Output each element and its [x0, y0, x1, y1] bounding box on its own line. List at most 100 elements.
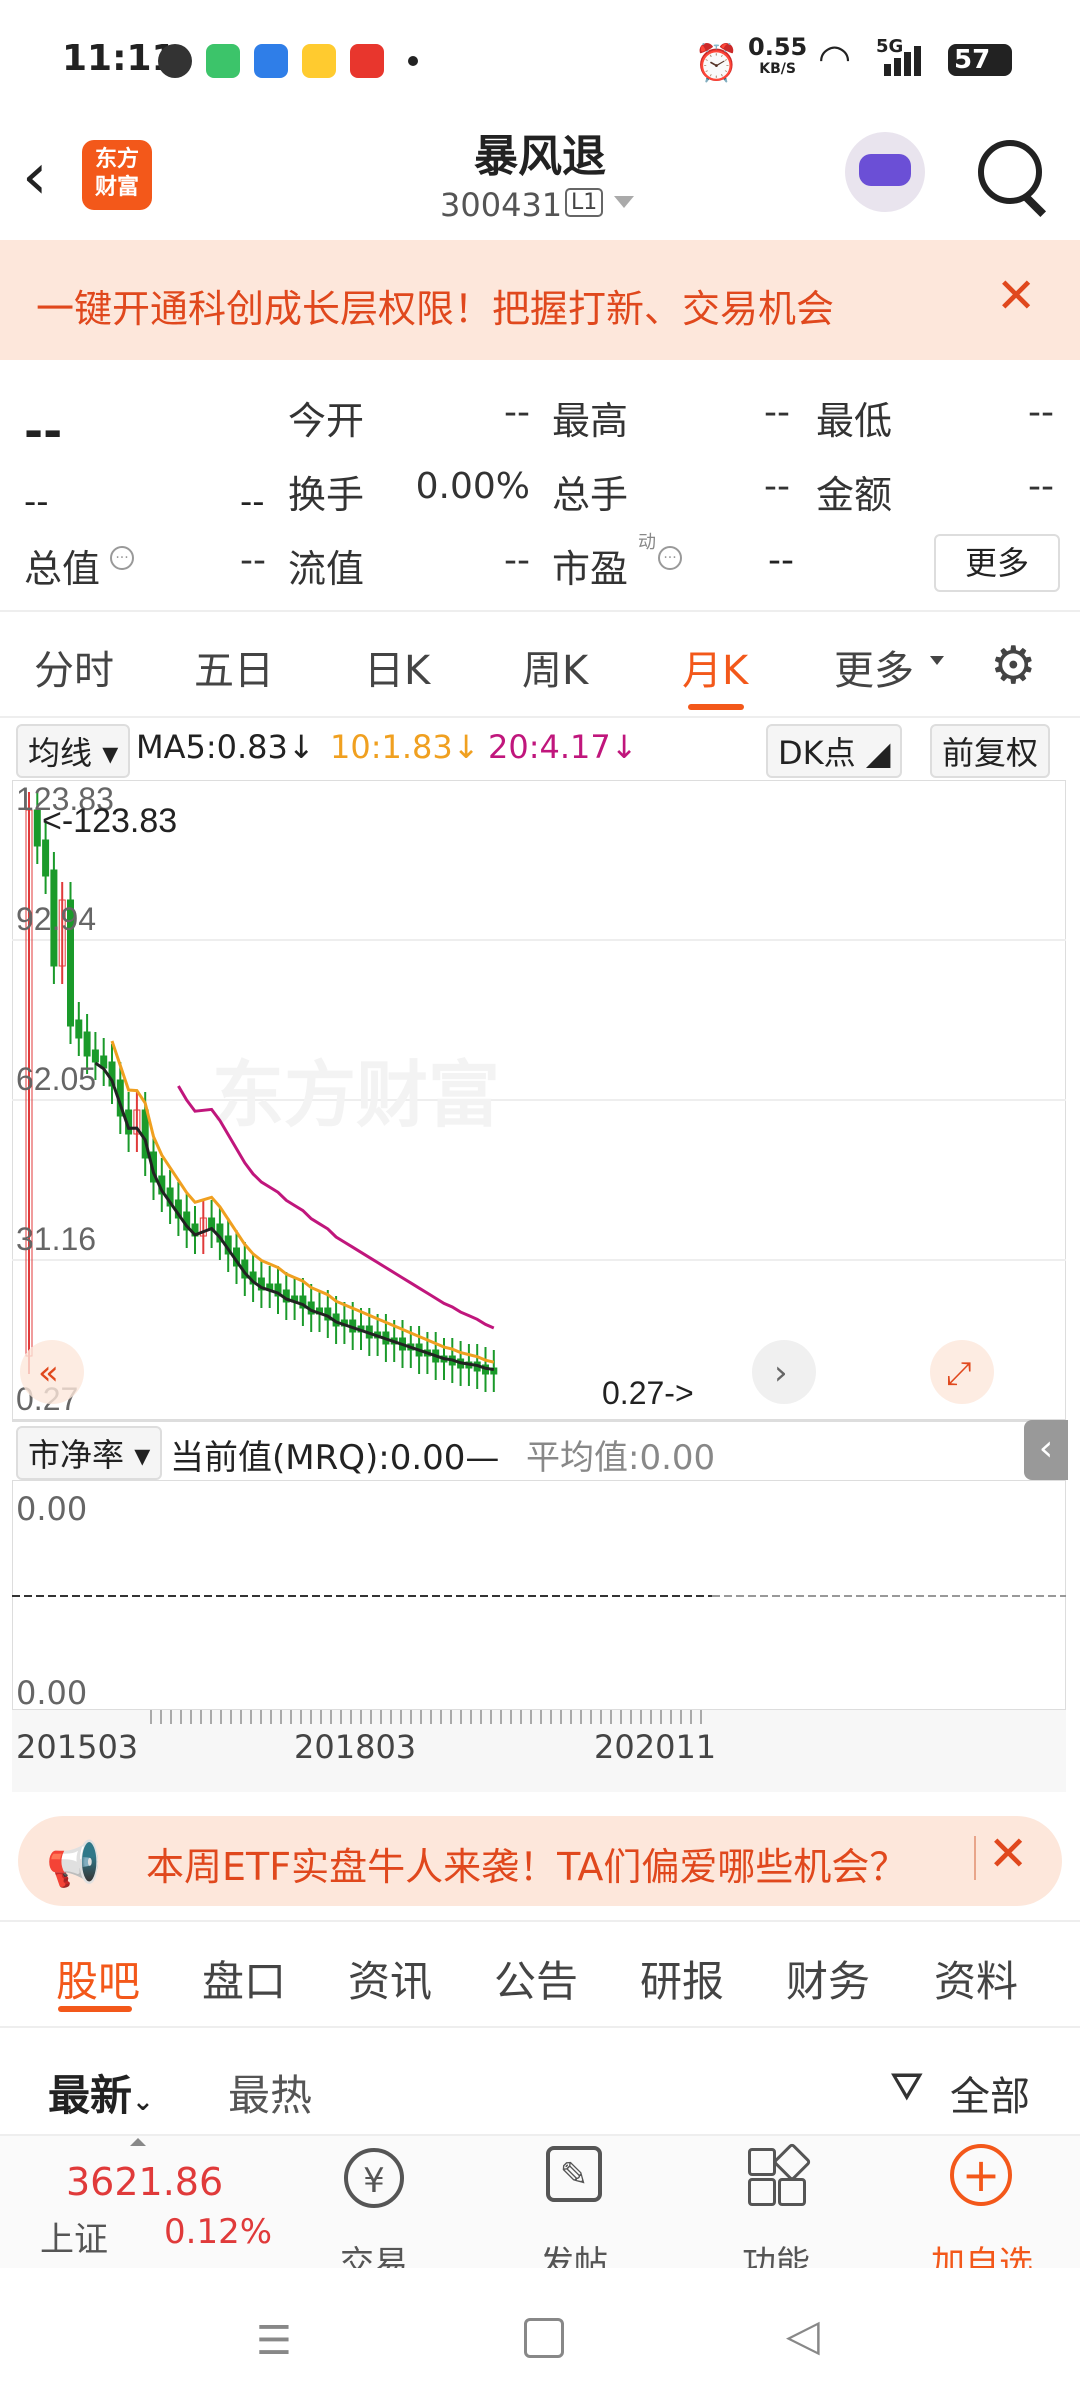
indicator-average: 平均值:0.00: [526, 1438, 716, 1478]
back-nav-icon[interactable]: ◁: [786, 2310, 820, 2361]
indicator-bottom-tick: 0.00: [16, 1674, 88, 1712]
close-icon[interactable]: ✕: [988, 1826, 1028, 1882]
dk-point-button[interactable]: DK点 ◢: [766, 724, 903, 778]
divider: [0, 610, 1080, 612]
y-tick-3: 62.05: [16, 1061, 96, 1097]
label-low: 最低: [816, 399, 893, 443]
compose-icon[interactable]: ✎: [546, 2146, 602, 2202]
divider: [0, 1920, 1080, 1922]
y-tick-2: 92.94: [16, 901, 96, 937]
tab-daily-k[interactable]: 日K: [364, 638, 430, 696]
toutiao-icon: [350, 44, 384, 78]
filter-all[interactable]: 全部: [950, 2064, 1030, 2122]
tab-profile[interactable]: 资料: [934, 1948, 1018, 2009]
value-amount: --: [1028, 466, 1054, 507]
sort-hot[interactable]: 最热: [228, 2062, 312, 2123]
wechat-icon: [158, 44, 192, 78]
signal-icon: [884, 46, 924, 76]
value-open: --: [504, 392, 530, 433]
x-tick-3: 202011: [594, 1728, 717, 1766]
tab-reports[interactable]: 研报: [640, 1948, 724, 2009]
tab-weekly-k[interactable]: 周K: [522, 638, 588, 696]
value-market-cap: --: [240, 540, 266, 581]
message-app-icon: [206, 44, 240, 78]
divider: [0, 2026, 1080, 2028]
adjust-mode-button[interactable]: 前复权: [930, 724, 1051, 778]
tab-monthly-k[interactable]: 月K: [682, 638, 748, 696]
search-icon[interactable]: [978, 140, 1042, 204]
value-turnover: 0.00%: [415, 466, 530, 507]
search-icon-handle: [1021, 192, 1047, 218]
index-value[interactable]: 3621.86: [66, 2160, 223, 2204]
tab-intraday[interactable]: 分时: [34, 638, 114, 696]
filter-icon[interactable]: ⛛: [890, 2064, 924, 2110]
label-open: 今开: [288, 399, 365, 443]
stock-code: 300431: [440, 186, 563, 224]
home-icon[interactable]: [524, 2318, 564, 2358]
active-subtab-indicator: [58, 2006, 132, 2012]
level-dropdown-icon[interactable]: [614, 196, 634, 208]
grid-icon[interactable]: [748, 2142, 812, 2206]
value-high: --: [764, 392, 790, 433]
status-bar: 11:11 ⏰ 0.55 KB/S ◠ 5G 57: [0, 0, 1080, 110]
price-change: --: [24, 482, 49, 522]
tab-announcements[interactable]: 公告: [494, 1948, 578, 2009]
tab-news[interactable]: 资讯: [348, 1948, 432, 2009]
promo-banner-text[interactable]: 一键开通科创成长层权限！把握打新、交易机会: [36, 278, 834, 333]
more-quote-button[interactable]: 更多: [934, 534, 1060, 592]
net-speed-unit: KB/S: [759, 61, 796, 77]
label-market-cap: 总值: [24, 547, 101, 591]
x-axis-ticks: [150, 1710, 710, 1724]
gear-icon[interactable]: ⚙: [990, 636, 1037, 696]
candle: [75, 1019, 83, 1039]
info-icon[interactable]: ···: [110, 546, 134, 570]
indicator-top-tick: 0.00: [16, 1490, 88, 1528]
label-pe: 市盈: [552, 547, 629, 591]
tab-more[interactable]: 更多: [834, 638, 914, 696]
indicator-current: 当前值(MRQ):0.00—: [170, 1438, 500, 1478]
tab-order-book[interactable]: 盘口: [202, 1948, 286, 2009]
label-float-cap: 流值: [288, 547, 365, 591]
close-icon[interactable]: ✕: [996, 268, 1036, 324]
label-volume: 总手: [552, 473, 629, 517]
indicator-selector[interactable]: 市净率 ▾: [16, 1426, 163, 1480]
x-tick-1: 201503: [16, 1728, 139, 1766]
ma-selector-label: 均线: [28, 734, 93, 772]
ma5-value: MA5:0.83↓: [136, 728, 315, 766]
trade-icon[interactable]: ¥: [344, 2148, 404, 2208]
watermark: 东方财富: [212, 1056, 500, 1136]
index-change[interactable]: 0.12%: [164, 2212, 272, 2252]
meituan-icon: [302, 44, 336, 78]
level-badge[interactable]: L1: [565, 188, 604, 217]
more-notifications-icon: [408, 56, 418, 66]
candle: [83, 1031, 91, 1057]
wifi-icon: ◠: [818, 36, 852, 80]
min-price-label: 0.27->: [602, 1375, 694, 1411]
menu-icon[interactable]: ☰: [256, 2318, 292, 2364]
ma20-value: 20:4.17↓: [488, 728, 638, 766]
value-volume: --: [764, 466, 790, 507]
sort-latest[interactable]: 最新⌄: [48, 2062, 154, 2123]
candle: [42, 839, 50, 877]
pe-info-icon[interactable]: ···: [658, 546, 682, 570]
index-name[interactable]: 上证: [40, 2212, 108, 2261]
label-amount: 金额: [816, 473, 893, 517]
tab-finance[interactable]: 财务: [786, 1948, 870, 2009]
divider: [0, 716, 1080, 718]
current-price: --: [24, 404, 63, 458]
tab-guba[interactable]: 股吧: [56, 1948, 140, 2009]
divider: [974, 1836, 976, 1880]
ma10-value: 10:1.83↓: [330, 728, 480, 766]
megaphone-icon: 📢: [46, 1839, 101, 1890]
value-pe: --: [768, 540, 794, 581]
etf-promo-text[interactable]: 本周ETF实盘牛人来袭！TA们偏爱哪些机会？: [146, 1836, 907, 1891]
ma-selector[interactable]: 均线 ▾: [16, 724, 131, 778]
kline-chart[interactable]: 东方财富 123.83 92.94 62.05 31.16 0.27 <-123…: [12, 780, 1066, 1420]
add-icon[interactable]: +: [950, 2144, 1012, 2206]
bank-app-icon: [254, 44, 288, 78]
max-price-label: <-123.83: [42, 802, 177, 840]
alarm-icon: ⏰: [694, 43, 739, 84]
tab-five-day[interactable]: 五日: [194, 638, 274, 696]
collapse-panel-button[interactable]: ‹: [1024, 1420, 1068, 1480]
assistant-robot-icon[interactable]: [845, 132, 925, 212]
